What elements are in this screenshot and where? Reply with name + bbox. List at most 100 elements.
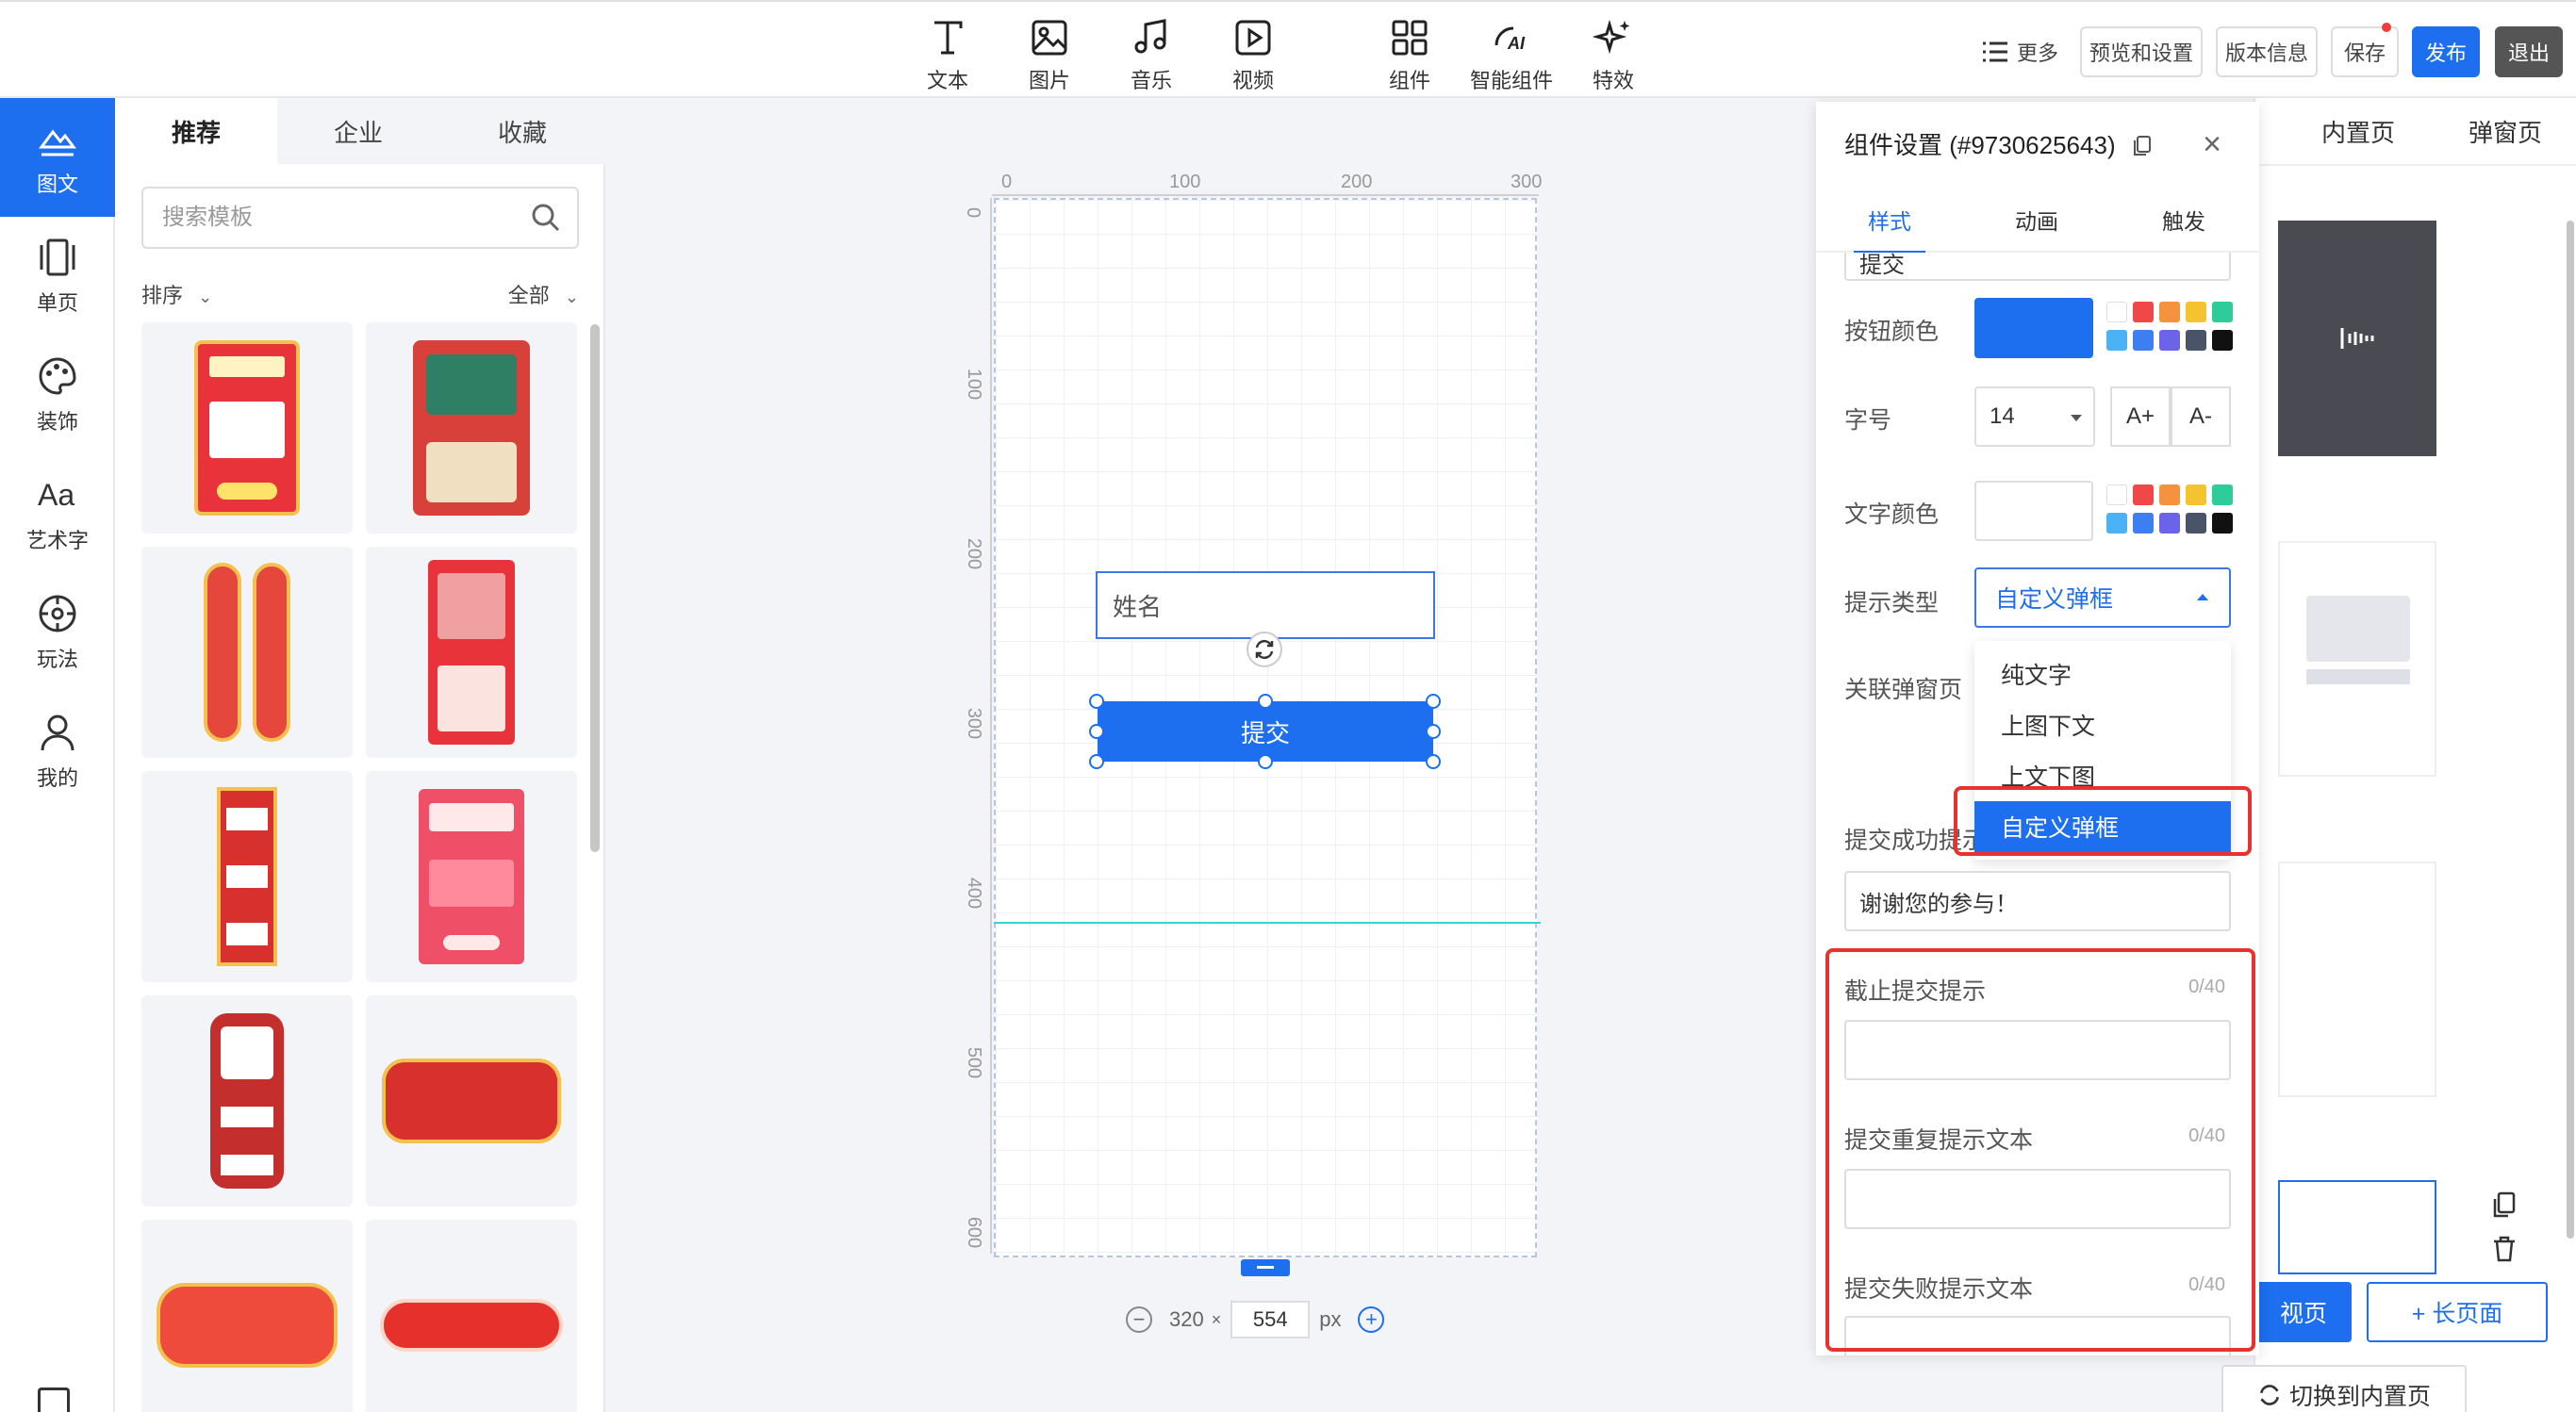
color-swatch[interactable]	[2133, 330, 2154, 351]
nav-decoration[interactable]: 装饰	[0, 336, 115, 454]
resize-handle[interactable]	[1426, 694, 1441, 709]
template-card[interactable]	[366, 995, 577, 1207]
tool-effects[interactable]: 特效	[1571, 11, 1656, 94]
template-card[interactable]	[366, 547, 577, 758]
name-input-component[interactable]: 姓名	[1096, 571, 1435, 639]
template-card[interactable]	[366, 322, 577, 534]
tab-recommend[interactable]: 推荐	[115, 98, 277, 164]
template-card[interactable]	[141, 771, 353, 982]
preview-settings-button[interactable]: 预览和设置	[2080, 26, 2203, 77]
color-swatch[interactable]	[2133, 513, 2154, 534]
nav-art-text[interactable]: Aa 艺术字	[0, 454, 115, 573]
template-card[interactable]	[141, 995, 353, 1207]
tool-text[interactable]: 文本	[905, 11, 990, 94]
trash-icon[interactable]	[2491, 1235, 2518, 1263]
tab-builtin-pages[interactable]: 内置页	[2321, 98, 2395, 164]
color-swatch[interactable]	[2159, 302, 2180, 322]
nav-play[interactable]: 玩法	[0, 573, 115, 692]
tab-popup-pages[interactable]: 弹窗页	[2469, 98, 2542, 164]
resize-handle[interactable]	[1426, 754, 1441, 769]
template-card[interactable]	[366, 771, 577, 982]
page-thumbnail-selected[interactable]	[2278, 1180, 2436, 1274]
font-increase-button[interactable]: A+	[2110, 386, 2171, 447]
tab-style[interactable]: 样式	[1816, 187, 1963, 254]
page-thumbnail[interactable]	[2278, 862, 2436, 1097]
option-image-top-text-bottom[interactable]: 上图下文	[1974, 699, 2231, 750]
save-button[interactable]: 保存	[2331, 23, 2399, 77]
color-swatch[interactable]	[2159, 330, 2180, 351]
page-thumbnail[interactable]	[2278, 541, 2436, 777]
color-swatch[interactable]	[2212, 513, 2233, 534]
color-swatch[interactable]	[2186, 513, 2206, 534]
resize-handle[interactable]	[1258, 754, 1273, 769]
long-page-button[interactable]: + 长页面	[2367, 1282, 2548, 1342]
resize-handle[interactable]	[1089, 724, 1104, 739]
copy-icon[interactable]	[2132, 135, 2153, 157]
color-swatch[interactable]	[2106, 484, 2127, 505]
zoom-out-icon[interactable]: −	[1126, 1306, 1152, 1333]
success-message-input[interactable]: 谢谢您的参与！	[1844, 871, 2231, 931]
switch-to-builtin-button[interactable]: 切换到内置页	[2221, 1365, 2467, 1412]
resize-handle[interactable]	[1089, 694, 1104, 709]
version-info-button[interactable]: 版本信息	[2216, 26, 2318, 77]
color-swatch[interactable]	[2159, 513, 2180, 534]
tool-video[interactable]: 视频	[1211, 11, 1296, 94]
nav-mine[interactable]: 我的	[0, 692, 115, 811]
template-card[interactable]	[141, 322, 353, 534]
color-swatch[interactable]	[2186, 484, 2206, 505]
exit-button[interactable]: 退出	[2495, 26, 2563, 77]
color-swatch[interactable]	[2186, 330, 2206, 351]
color-swatch[interactable]	[2133, 302, 2154, 322]
zoom-in-icon[interactable]: +	[1358, 1306, 1385, 1333]
tab-animation[interactable]: 动画	[1963, 187, 2110, 253]
copy-icon[interactable]	[2491, 1191, 2518, 1220]
font-decrease-button[interactable]: A-	[2171, 386, 2231, 447]
search-input[interactable]	[162, 205, 520, 231]
tab-enterprise[interactable]: 企业	[277, 98, 439, 164]
more-button[interactable]: 更多	[1973, 26, 2067, 77]
short-page-button[interactable]: 视页	[2255, 1282, 2352, 1342]
clipboard-icon[interactable]	[38, 1387, 70, 1412]
submit-button-component[interactable]: 提交	[1098, 701, 1433, 762]
search-icon[interactable]	[530, 202, 562, 234]
color-swatch[interactable]	[2212, 330, 2233, 351]
prompt-type-select[interactable]: 自定义弹框	[1974, 567, 2231, 628]
resize-handle[interactable]	[1426, 724, 1441, 739]
canvas-height-handle[interactable]	[1241, 1259, 1290, 1276]
template-card[interactable]	[141, 547, 353, 758]
tool-ai-component[interactable]: AI 智能组件	[1469, 11, 1554, 94]
height-input[interactable]: 554	[1230, 1301, 1311, 1338]
color-swatch[interactable]	[2106, 330, 2127, 351]
close-icon[interactable]: ×	[2203, 126, 2221, 163]
color-swatch[interactable]	[2106, 302, 2127, 322]
color-swatch[interactable]	[2186, 302, 2206, 322]
sort-dropdown[interactable]: 排序 ⌄	[141, 279, 212, 309]
color-swatch[interactable]	[2212, 302, 2233, 322]
font-size-select[interactable]: 14	[1974, 386, 2095, 447]
template-card[interactable]	[141, 1220, 353, 1412]
button-text-input[interactable]: 提交	[1844, 253, 2231, 281]
pages-scrollbar[interactable]	[2567, 221, 2574, 1239]
nav-image-text[interactable]: 图文	[0, 98, 126, 217]
resize-handle[interactable]	[1258, 694, 1273, 709]
tab-trigger[interactable]: 触发	[2110, 187, 2257, 253]
page-thumbnail[interactable]	[2278, 221, 2436, 456]
template-card[interactable]	[366, 1220, 577, 1412]
refresh-icon[interactable]	[1247, 632, 1282, 667]
resize-handle[interactable]	[1089, 754, 1104, 769]
color-swatch[interactable]	[2212, 484, 2233, 505]
tool-music[interactable]: 音乐	[1109, 11, 1194, 94]
tab-favorites[interactable]: 收藏	[441, 98, 603, 164]
nav-single-page[interactable]: 单页	[0, 217, 115, 336]
tool-component[interactable]: 组件	[1367, 11, 1452, 94]
text-color-picker[interactable]	[1974, 481, 2093, 541]
button-color-picker[interactable]	[1974, 298, 2093, 358]
color-swatch[interactable]	[2133, 484, 2154, 505]
tool-image[interactable]: 图片	[1007, 11, 1092, 94]
template-scrollbar[interactable]	[590, 324, 600, 852]
filter-dropdown[interactable]: 全部 ⌄	[508, 279, 579, 309]
publish-button[interactable]: 发布	[2412, 26, 2480, 77]
option-plain-text[interactable]: 纯文字	[1974, 649, 2231, 699]
color-swatch[interactable]	[2159, 484, 2180, 505]
color-swatch[interactable]	[2106, 513, 2127, 534]
